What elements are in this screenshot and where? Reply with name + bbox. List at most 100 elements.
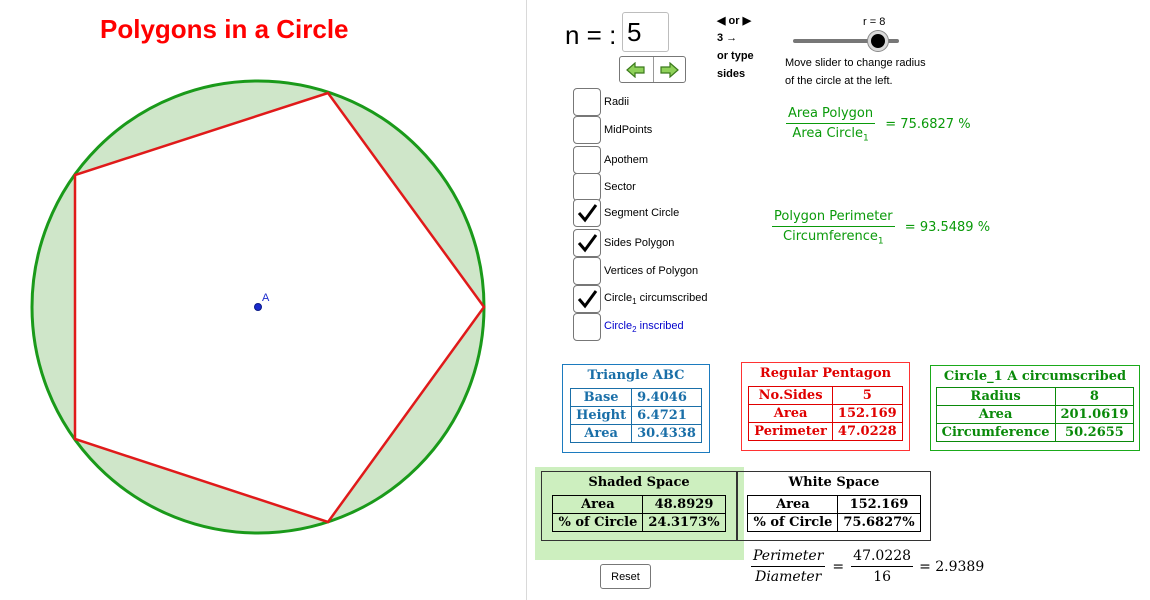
decrease-button[interactable] [620, 57, 653, 82]
checkbox-box[interactable] [573, 146, 601, 174]
table-row: Height 6.4721 [570, 406, 702, 425]
n-label: n = : [565, 20, 617, 50]
pd-denominator-value: 16 [873, 569, 892, 585]
circle-canvas[interactable]: A [0, 0, 525, 600]
shaded-space-table: Shaded Space Area 48.8929 % of Circle 24.3… [541, 471, 737, 541]
table-row: Radius 8 [935, 387, 1135, 406]
cell-value: 5 [831, 386, 903, 405]
table-row: Circumference 50.2655 [935, 423, 1135, 442]
table-row: Base 9.4046 [570, 388, 702, 407]
checkbox-radii[interactable]: Radii [573, 88, 629, 116]
cell-label: Area [570, 424, 633, 443]
cell-label: No.Sides [748, 386, 833, 405]
label-text-rest: circumscribed [636, 291, 708, 304]
perimeter-ratio-numerator: Polygon Perimeter [772, 209, 895, 227]
checkbox-box[interactable] [573, 199, 601, 227]
white-space-table: White Space Area 152.169 % of Circle 75.68… [737, 471, 931, 541]
area-ratio-formula: Area Polygon Area Circle1 = 75.6827 % [786, 106, 971, 144]
slider-note-line-1: Move slider to change radius [785, 57, 926, 69]
checkbox-box[interactable] [573, 257, 601, 285]
perimeter-ratio-denominator: Circumference1 [781, 227, 886, 247]
cell-label: Height [570, 406, 633, 425]
checkbox-label: Apothem [604, 154, 649, 166]
table-row: % of Circle 75.6827% [747, 513, 921, 532]
denominator-text: Area Circle [792, 126, 863, 141]
cell-value: 9.4046 [631, 388, 702, 407]
checkbox-box[interactable] [573, 88, 601, 116]
checkbox-apothem[interactable]: Apothem [573, 146, 648, 174]
table-title: Regular Pentagon [759, 366, 892, 381]
arrow-buttons [619, 56, 686, 83]
table-row: Area 152.169 [747, 495, 921, 514]
hint-or-type: or type [717, 50, 754, 62]
checkbox-label: Sector [604, 181, 636, 193]
slider-note-line-2: of the circle at the left. [785, 75, 893, 87]
denominator-text: Circumference [783, 229, 878, 244]
checkbox-label: MidPoints [604, 124, 653, 136]
checkbox-box[interactable] [573, 173, 601, 201]
graphics-view[interactable]: A Polygons in a Circle [0, 0, 525, 600]
pentagon-grid: No.Sides 5 Area 152.169 Perimeter 47.0228 [748, 386, 903, 441]
left-arrow-icon [626, 61, 645, 78]
cell-value: 8 [1054, 387, 1135, 406]
center-point-a[interactable] [254, 303, 262, 311]
table-title: Circle_1 A circumscribed [943, 369, 1127, 384]
cell-value: 24.3173% [642, 513, 726, 532]
checkbox-box[interactable] [573, 229, 601, 257]
checkbox-midpoints[interactable]: MidPoints [573, 116, 652, 144]
pd-numerator-value: 47.0228 [851, 548, 914, 567]
label-text: Circle [604, 319, 633, 332]
checkbox-label: Sides Polygon [604, 237, 675, 249]
label-text: Circle [604, 291, 633, 304]
table-row: Area 30.4338 [570, 424, 702, 443]
checkbox-box[interactable] [573, 116, 601, 144]
cell-label: % of Circle [747, 513, 839, 532]
cell-value: 47.0228 [831, 422, 903, 441]
triangle-grid: Base 9.4046 Height 6.4721 Area 30.4338 [570, 388, 702, 443]
pane-divider[interactable] [526, 0, 527, 600]
shaded-grid: Area 48.8929 % of Circle 24.3173% [552, 495, 726, 532]
cell-value: 201.0619 [1054, 405, 1135, 424]
table-title: Triangle ABC [587, 368, 685, 383]
radius-slider-knob[interactable] [867, 31, 888, 51]
checkbox-box[interactable] [573, 313, 601, 341]
checkbox-circle1-circumscribed[interactable]: Circle1 circumscribed [573, 285, 707, 313]
hint-arrows: ◀ or ▶ [717, 15, 752, 27]
increase-button[interactable] [652, 57, 686, 82]
pd-numerator-label: Perimeter [751, 548, 826, 567]
cell-label: Circumference [935, 423, 1056, 442]
denominator-subscript: 1 [862, 133, 869, 144]
checkbox-label: Vertices of Polygon [604, 265, 699, 277]
table-row: Area 48.8929 [552, 495, 726, 514]
checkbox-vertices-polygon[interactable]: Vertices of Polygon [573, 257, 698, 285]
area-ratio-numerator: Area Polygon [786, 106, 876, 124]
table-title: Shaded Space [588, 475, 690, 490]
table-row: % of Circle 24.3173% [552, 513, 726, 532]
cell-label: Area [747, 495, 839, 514]
page-title: Polygons in a Circle [100, 14, 349, 44]
reset-button[interactable]: Reset [600, 564, 651, 589]
cell-label: Perimeter [748, 422, 833, 441]
table-title: White Space [788, 475, 880, 490]
pd-result: = 2.9389 [919, 558, 985, 575]
perimeter-ratio-formula: Polygon Perimeter Circumference1 = 93.54… [772, 209, 990, 247]
perimeter-ratio-value: = 93.5489 % [904, 220, 991, 236]
checkbox-label: Segment Circle [604, 207, 680, 219]
regular-pentagon-table: Regular Pentagon No.Sides 5 Area 152.169 P… [741, 362, 910, 451]
checkbox-sides-polygon[interactable]: Sides Polygon [573, 229, 674, 257]
cell-value: 48.8929 [642, 495, 726, 514]
cell-value: 6.4721 [631, 406, 702, 425]
cell-value: 50.2655 [1054, 423, 1135, 442]
cell-value: 30.4338 [631, 424, 702, 443]
shaded-space-panel: Shaded Space Area 48.8929 % of Circle 24.3… [535, 467, 744, 560]
right-arrow-icon [660, 61, 680, 78]
checkbox-box[interactable] [573, 285, 601, 313]
n-input[interactable]: 5 [622, 12, 669, 52]
checkbox-sector[interactable]: Sector [573, 173, 636, 201]
checkbox-label: Radii [604, 96, 630, 108]
checkbox-circle2-inscribed[interactable]: Circle2 inscribed [573, 313, 684, 341]
pd-denominator-label: Diameter [755, 569, 822, 585]
checkbox-label: Circle1 circumscribed [604, 292, 707, 306]
denominator-subscript: 1 [877, 236, 884, 247]
checkbox-segment-circle[interactable]: Segment Circle [573, 199, 679, 227]
